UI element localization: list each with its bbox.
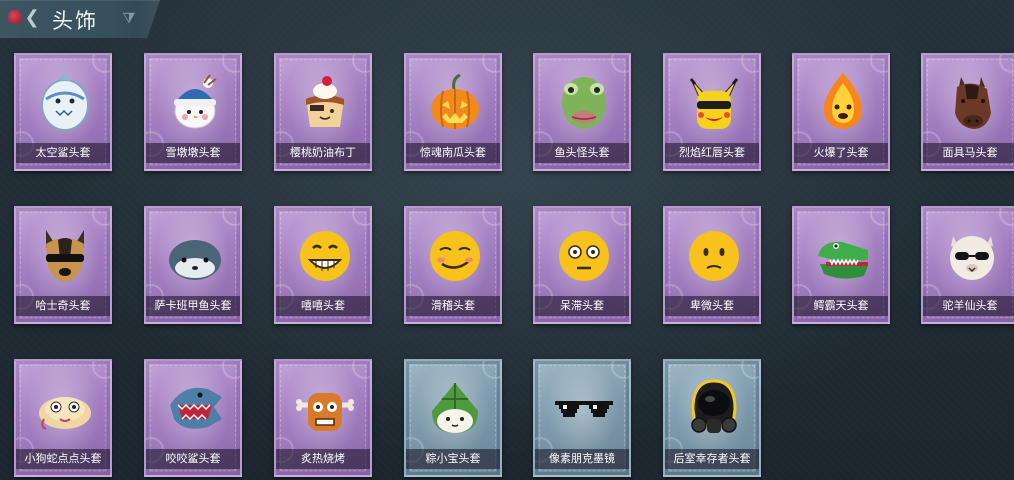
- snake-head-icon: [39, 397, 91, 430]
- item-card[interactable]: 烈焰红唇头套: [663, 53, 761, 171]
- pumpkin-head-icon: [431, 73, 479, 129]
- item-card[interactable]: 小狗蛇点点头套: [14, 359, 112, 477]
- humble-emoji-head-icon: [689, 231, 739, 281]
- item-card[interactable]: 鱼头怪头套: [533, 53, 631, 171]
- item-card[interactable]: 嘻嘻头套: [274, 206, 372, 324]
- item-label: 太空鲨头套: [16, 143, 110, 163]
- cherry-pudding-head-icon: [306, 76, 344, 127]
- alpaca-head-icon: [950, 236, 994, 280]
- item-card[interactable]: 惊魂南瓜头套: [404, 53, 502, 171]
- space-shark-head-icon: [41, 71, 89, 131]
- item-card[interactable]: 粽小宝头套: [404, 359, 502, 477]
- item-card[interactable]: 卑微头套: [663, 206, 761, 324]
- item-card[interactable]: 雪墩墩头套: [144, 53, 242, 171]
- item-label: 驼羊仙头套: [923, 296, 1014, 316]
- item-label: 呆滞头套: [535, 296, 629, 316]
- item-card[interactable]: 太空鲨头套: [14, 53, 112, 171]
- item-card[interactable]: 呆滞头套: [533, 206, 631, 324]
- item-label: 像素朋克墨镜: [535, 449, 629, 469]
- item-card[interactable]: 面具马头套: [921, 53, 1014, 171]
- husky-head-icon: [46, 230, 84, 282]
- item-label: 卑微头套: [665, 296, 759, 316]
- item-label: 烈焰红唇头套: [665, 143, 759, 163]
- item-label: 炙热烧烤: [276, 449, 370, 469]
- pixel-sunglasses-icon: [555, 401, 613, 417]
- item-card[interactable]: 咬咬鲨头套: [144, 359, 242, 477]
- item-card[interactable]: 哈士奇头套: [14, 206, 112, 324]
- item-label: 鳄霸天头套: [794, 296, 888, 316]
- fish-monster-head-icon: [562, 77, 606, 129]
- grin-emoji-head-icon: [300, 231, 350, 281]
- pikachu-lips-head-icon: [689, 78, 739, 129]
- horse-mask-head-icon: [955, 77, 991, 129]
- item-label: 惊魂南瓜头套: [406, 143, 500, 163]
- item-label: 萨卡班甲鱼头套: [146, 296, 240, 316]
- item-card[interactable]: 滑稽头套: [404, 206, 502, 324]
- dazed-emoji-head-icon: [559, 231, 609, 281]
- item-label: 嘻嘻头套: [276, 296, 370, 316]
- crocodile-head-icon: [818, 241, 868, 279]
- zongzi-head-icon: [432, 383, 478, 433]
- biting-shark-head-icon: [170, 387, 222, 429]
- funny-emoji-head-icon: [430, 231, 480, 281]
- item-card[interactable]: 后室幸存者头套: [663, 359, 761, 477]
- item-label: 鱼头怪头套: [535, 143, 629, 163]
- item-card[interactable]: 火爆了头套: [792, 53, 890, 171]
- item-label: 樱桃奶油布丁: [276, 143, 370, 163]
- item-card[interactable]: 鳄霸天头套: [792, 206, 890, 324]
- sacabambaspis-head-icon: [169, 240, 221, 280]
- gas-mask-helmet-icon: [691, 379, 737, 433]
- item-label: 哈士奇头套: [16, 296, 110, 316]
- barbecue-head-icon: [296, 393, 354, 431]
- item-card[interactable]: 炙热烧烤: [274, 359, 372, 477]
- item-label: 粽小宝头套: [406, 449, 500, 469]
- item-card[interactable]: 像素朋克墨镜: [533, 359, 631, 477]
- item-label: 小狗蛇点点头套: [16, 449, 110, 469]
- item-label: 后室幸存者头套: [665, 449, 759, 469]
- item-label: 咬咬鲨头套: [146, 449, 240, 469]
- item-label: 滑稽头套: [406, 296, 500, 316]
- item-label: 面具马头套: [923, 143, 1014, 163]
- fire-head-icon: [823, 73, 863, 129]
- item-card[interactable]: 樱桃奶油布丁: [274, 53, 372, 171]
- item-label: 雪墩墩头套: [146, 143, 240, 163]
- item-label: 火爆了头套: [794, 143, 888, 163]
- headwear-grid: 太空鲨头套 雪墩墩头套 樱桃奶油布丁 惊魂南瓜头套 鱼头怪头套 烈焰红唇头套 火…: [0, 0, 1014, 480]
- item-card[interactable]: 驼羊仙头套: [921, 206, 1014, 324]
- item-card[interactable]: 萨卡班甲鱼头套: [144, 206, 242, 324]
- snowman-head-icon: [174, 74, 217, 129]
